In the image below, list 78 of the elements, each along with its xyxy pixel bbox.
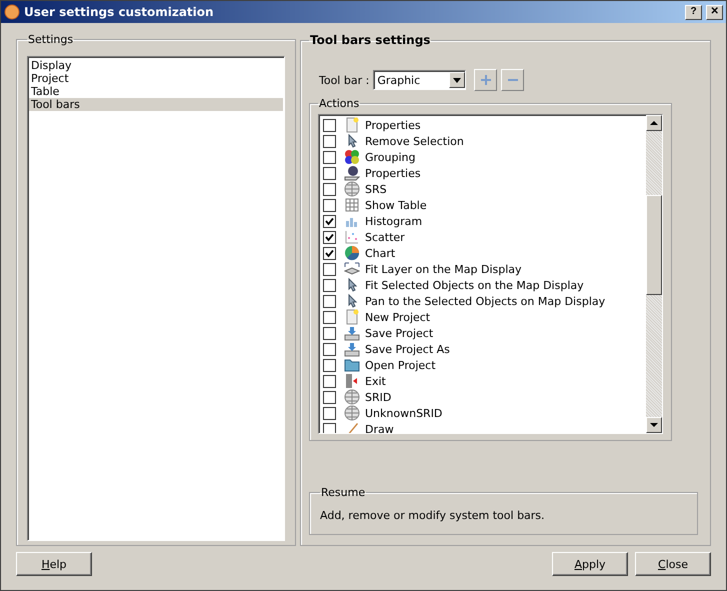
document-icon xyxy=(344,309,360,325)
action-label: Remove Selection xyxy=(365,134,464,148)
app-icon xyxy=(4,4,20,20)
action-label: Show Table xyxy=(365,198,427,212)
checkbox[interactable] xyxy=(323,390,336,404)
close-button[interactable]: ✕ xyxy=(706,4,723,20)
checkbox[interactable] xyxy=(323,246,336,260)
tray-icon xyxy=(344,325,360,341)
help-button[interactable]: ? xyxy=(685,4,702,20)
checkbox[interactable] xyxy=(323,150,336,164)
scatter-icon xyxy=(344,229,360,245)
checkbox[interactable] xyxy=(323,342,336,356)
action-label: Chart xyxy=(365,246,396,260)
field-label: Tool bar : xyxy=(319,74,370,86)
action-label: SRID xyxy=(365,390,392,404)
checkbox[interactable] xyxy=(323,166,336,180)
settings-item[interactable]: Display xyxy=(29,59,283,72)
globe-icon xyxy=(344,405,360,421)
checkbox[interactable] xyxy=(323,326,336,340)
remove-button[interactable] xyxy=(501,69,524,91)
checkbox[interactable] xyxy=(323,134,336,148)
checkbox[interactable] xyxy=(323,262,336,276)
settings-item[interactable]: Project xyxy=(29,72,283,85)
checkbox[interactable] xyxy=(323,294,336,308)
pie-chart-icon xyxy=(344,245,360,261)
checkbox[interactable] xyxy=(323,374,336,388)
action-label: New Project xyxy=(365,310,430,324)
action-label: Properties xyxy=(365,166,421,180)
scrollbar[interactable] xyxy=(646,115,662,433)
checkbox[interactable] xyxy=(323,182,336,196)
action-label: Exit xyxy=(365,374,386,388)
checkbox[interactable] xyxy=(323,422,336,433)
layers-icon xyxy=(344,261,360,277)
action-label: Grouping xyxy=(365,150,416,164)
checkbox[interactable] xyxy=(323,358,336,372)
action-label: Save Project xyxy=(365,326,434,340)
settings-item[interactable]: Tool bars xyxy=(29,98,283,111)
grid-icon xyxy=(344,197,360,213)
action-label: Properties xyxy=(365,118,421,132)
circles-icon xyxy=(344,149,360,165)
action-label: Scatter xyxy=(365,230,405,244)
checkbox[interactable] xyxy=(323,310,336,324)
down-arrow-icon xyxy=(650,422,658,428)
globe-icon xyxy=(344,389,360,405)
checkbox[interactable] xyxy=(323,118,336,132)
resume-text: Add, remove or modify system tool bars. xyxy=(320,509,546,522)
plus-icon xyxy=(480,74,492,86)
group-title: Settings xyxy=(27,33,74,46)
group-title: Actions xyxy=(318,97,360,110)
action-label: Draw xyxy=(365,422,394,433)
close-button[interactable]: Close xyxy=(635,552,711,576)
document-icon xyxy=(344,117,360,133)
group-title: Tool bars settings xyxy=(309,33,432,47)
action-label: Open Project xyxy=(365,358,436,372)
caret-icon xyxy=(449,72,466,88)
checkbox[interactable] xyxy=(323,214,336,228)
checkbox[interactable] xyxy=(323,198,336,212)
window-title: User settings customization xyxy=(24,5,214,19)
toolbar-dropdown[interactable]: Graphic xyxy=(373,70,466,90)
group-title: Resume xyxy=(320,486,366,499)
action-label: Save Project As xyxy=(365,342,450,356)
settings-item[interactable]: Table xyxy=(29,85,283,98)
help-button[interactable]: Help xyxy=(16,552,92,576)
folder-icon xyxy=(344,357,360,373)
checkbox[interactable] xyxy=(323,230,336,244)
action-label: UnknownSRID xyxy=(365,406,442,420)
action-label: Fit Selected Objects on the Map Display xyxy=(365,278,584,292)
action-label: Pan to the Selected Objects on Map Display xyxy=(365,294,606,308)
up-arrow-icon xyxy=(650,120,658,126)
globe-icon xyxy=(344,181,360,197)
apply-button[interactable]: Apply xyxy=(552,552,628,576)
checkbox[interactable] xyxy=(323,278,336,292)
checkbox[interactable] xyxy=(323,406,336,420)
add-button[interactable] xyxy=(474,69,498,91)
action-label: SRS xyxy=(365,182,387,196)
action-label: Fit Layer on the Map Display xyxy=(365,262,522,276)
action-label: Histogram xyxy=(365,214,422,228)
tray-icon xyxy=(344,341,360,357)
